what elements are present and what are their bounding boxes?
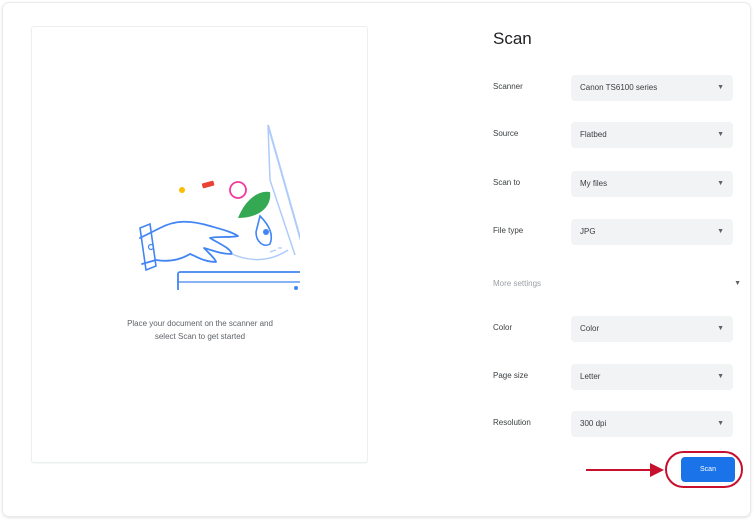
chevron-down-icon: ▼ [734, 280, 741, 287]
instructions-line-1: Place your document on the scanner and [127, 319, 273, 328]
chevron-down-icon: ▼ [717, 180, 724, 187]
chevron-down-icon: ▼ [717, 373, 724, 380]
setting-row-scanner: Scanner Canon TS6100 series ▼ [493, 75, 738, 101]
scan-to-select[interactable]: My files ▼ [571, 171, 733, 197]
scanner-value: Canon TS6100 series [580, 83, 658, 92]
page-size-select[interactable]: Letter ▼ [571, 364, 733, 390]
setting-row-source: Source Flatbed ▼ [493, 122, 738, 148]
source-label: Source [493, 129, 519, 138]
page-title: Scan [493, 29, 532, 48]
scanner-illustration [139, 124, 300, 290]
source-select[interactable]: Flatbed ▼ [571, 122, 733, 148]
source-value: Flatbed [580, 130, 607, 139]
setting-row-scan-to: Scan to My files ▼ [493, 171, 738, 197]
chevron-down-icon: ▼ [717, 420, 724, 427]
more-settings-toggle[interactable]: More settings ▼ [493, 277, 743, 295]
resolution-select[interactable]: 300 dpi ▼ [571, 411, 733, 437]
more-settings-label: More settings [493, 279, 542, 288]
arrow-right-icon [586, 463, 664, 477]
setting-row-page-size: Page size Letter ▼ [493, 364, 738, 390]
color-select[interactable]: Color ▼ [571, 316, 733, 342]
setting-row-color: Color Color ▼ [493, 316, 738, 342]
color-label: Color [493, 323, 513, 332]
scan-to-value: My files [580, 179, 608, 188]
setting-row-file-type: File type JPG ▼ [493, 219, 738, 245]
scanner-select[interactable]: Canon TS6100 series ▼ [571, 75, 733, 101]
chevron-down-icon: ▼ [717, 131, 724, 138]
resolution-label: Resolution [493, 418, 531, 427]
scan-button[interactable]: Scan [681, 457, 735, 482]
page-size-label: Page size [493, 371, 529, 380]
resolution-value: 300 dpi [580, 419, 607, 428]
preview-instructions: Place your document on the scanner and s… [92, 317, 308, 343]
chevron-down-icon: ▼ [717, 84, 724, 91]
scan-preview-panel: Place your document on the scanner and s… [32, 27, 367, 462]
scan-to-label: Scan to [493, 178, 521, 187]
color-value: Color [580, 324, 600, 333]
page-size-value: Letter [580, 372, 601, 381]
scanner-label: Scanner [493, 82, 523, 91]
file-type-value: JPG [580, 227, 596, 236]
file-type-select[interactable]: JPG ▼ [571, 219, 733, 245]
chevron-down-icon: ▼ [717, 228, 724, 235]
instructions-line-2: select Scan to get started [154, 332, 246, 341]
setting-row-resolution: Resolution 300 dpi ▼ [493, 411, 738, 437]
chevron-down-icon: ▼ [717, 325, 724, 332]
file-type-label: File type [493, 226, 524, 235]
